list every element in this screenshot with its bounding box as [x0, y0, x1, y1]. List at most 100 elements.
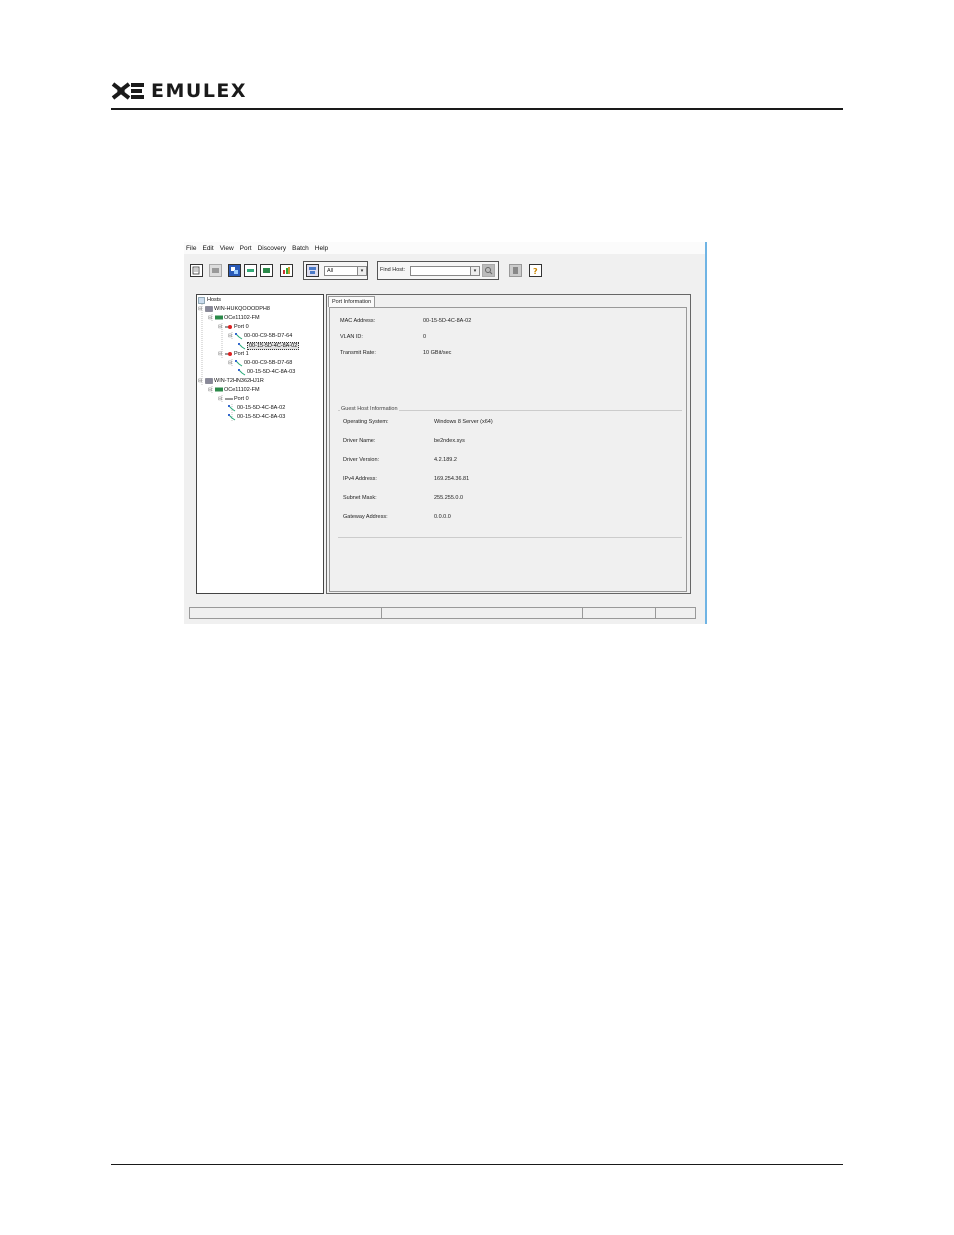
tree-item-label: 00-15-5D-4C-8A-03 — [237, 414, 286, 420]
collapse-toggle-icon[interactable]: ⊟ — [208, 387, 213, 393]
status-segment — [582, 608, 583, 618]
tree-item[interactable]: 00-15-5D-4C-8A-02 — [228, 405, 286, 412]
guest-info-value: be2ndex.sys — [434, 438, 465, 444]
collapse-toggle-icon[interactable]: ⊟ — [198, 306, 203, 312]
grid-icon — [212, 268, 219, 273]
tree-item[interactable]: ⊟ OCe11102-FM — [208, 315, 260, 321]
adapter-icon — [215, 387, 223, 393]
guest-info-value: Windows 8 Server (x64) — [434, 419, 493, 425]
guest-info-value: 255.255.0.0 — [434, 495, 464, 501]
filter-icon — [309, 267, 316, 274]
vnic-icon — [228, 414, 236, 421]
guest-info-value: 169.254.36.81 — [434, 476, 470, 482]
port-disabled-icon — [225, 351, 232, 357]
fabric-view-button[interactable] — [244, 264, 257, 277]
adapter-view-button[interactable] — [260, 264, 273, 277]
port-info-label: Transmit Rate: — [340, 350, 376, 356]
chevron-down-icon: ▾ — [470, 267, 479, 275]
tree-item[interactable]: 00-15-5D-4C-8A-03 — [228, 414, 286, 421]
find-host-search-button[interactable] — [482, 264, 495, 277]
tree-item-label: WIN-HUKQOOODPH8 — [214, 306, 270, 312]
status-bar — [189, 607, 696, 619]
menu-edit[interactable]: Edit — [202, 245, 213, 252]
menu-port[interactable]: Port — [240, 245, 252, 252]
port-disabled-icon — [225, 324, 232, 330]
tree-item-label: 00-15-5D-4C-8A-02 — [237, 405, 286, 411]
menu-help[interactable]: Help — [315, 245, 328, 252]
collapse-toggle-icon[interactable]: ⊟ — [218, 396, 223, 402]
tree-item[interactable]: ⊟ Port 0 — [218, 396, 249, 402]
port-info-value: 00-15-5D-4C-8A-02 — [423, 318, 472, 324]
tree-item[interactable]: ⊟ WIN-T2HN362HJ1R — [198, 378, 264, 384]
vnic-icon — [228, 405, 236, 412]
port-information-content: MAC Address: 00-15-5D-4C-8A-02 VLAN ID: 0 Tr… — [329, 307, 687, 592]
brand-name: EMULEX — [151, 80, 248, 102]
collapse-toggle-icon[interactable]: ⊟ — [228, 360, 233, 366]
tree-item[interactable]: ⊟ Port 0 — [218, 324, 249, 330]
host-icon — [205, 378, 213, 384]
emulex-logo: EMULEX — [111, 80, 247, 102]
tree-item[interactable]: ⊟ 00-00-C9-5B-D7-64 — [228, 333, 293, 340]
guest-info-label: Driver Version: — [343, 457, 380, 463]
port-info-label: MAC Address: — [340, 318, 376, 324]
tree-item[interactable]: ⊟ 00-00-C9-5B-D7-68 — [228, 360, 292, 367]
emulex-logo-mark-icon — [111, 82, 144, 100]
discovery-button[interactable] — [509, 264, 522, 277]
help-button[interactable]: ? — [529, 264, 542, 277]
disabled-toolbar-button[interactable] — [209, 264, 222, 277]
tree-item-label: 00-15-5D-4C-8A-03 — [247, 369, 296, 375]
tree-item[interactable]: 00-15-5D-4C-8A-03 — [238, 369, 296, 376]
tree-item-label: Port 0 — [234, 324, 249, 330]
chart-icon — [283, 267, 290, 274]
tree-item-label: 00-00-C9-5B-D7-64 — [244, 333, 293, 339]
guest-info-label: IPv4 Address: — [343, 476, 377, 482]
tree-item-label: Port 0 — [234, 396, 249, 402]
filter-group: All ▾ — [303, 261, 368, 280]
collapse-toggle-icon[interactable]: ⊟ — [198, 378, 203, 384]
tree-item[interactable]: Hosts — [198, 297, 221, 304]
find-host-input[interactable]: ▾ — [410, 266, 480, 276]
chevron-down-icon: ▾ — [357, 267, 366, 275]
tree-item-label: OCe11102-FM — [224, 387, 260, 393]
port-info-value: 0 — [423, 334, 427, 340]
chart-view-button[interactable] — [280, 264, 293, 277]
footer-rule — [111, 1164, 843, 1165]
onecommand-manager-window: File Edit View Port Discovery Batch Help All ▾ — [184, 242, 707, 624]
svg-text:?: ? — [533, 267, 538, 275]
menu-batch[interactable]: Batch — [292, 245, 309, 252]
collapse-toggle-icon[interactable]: ⊟ — [228, 333, 233, 339]
guest-info-label: Subnet Mask: — [343, 495, 377, 501]
new-document-button[interactable] — [190, 264, 203, 277]
tree-item-label: 00-15-5D-4C-8A-02 — [247, 342, 300, 350]
menu-file[interactable]: File — [186, 245, 196, 252]
tab-port-information[interactable]: Port Information — [328, 296, 376, 307]
search-icon — [485, 267, 493, 275]
filter-button[interactable] — [306, 264, 319, 277]
host-view-icon — [231, 267, 238, 274]
collapse-toggle-icon[interactable]: ⊟ — [208, 315, 213, 321]
vnic-icon — [235, 360, 243, 367]
collapse-toggle-icon[interactable]: ⊟ — [218, 351, 223, 357]
tree-item[interactable]: ⊟ Port 1 — [218, 351, 249, 357]
host-tree-panel: Hosts ⊟ WIN-HUKQOOODPH8 ⊟ OCe11102-FM ⊟ Port 0… — [196, 294, 324, 594]
tree-item[interactable]: 00-15-5D-4C-8A-02 — [238, 342, 300, 350]
tree-item-label: WIN-T2HN362HJ1R — [214, 378, 264, 384]
adapter-icon — [215, 315, 223, 321]
port-info-value: 10 GBit/sec — [423, 350, 452, 356]
tree-item[interactable]: ⊟ WIN-HUKQOOODPH8 — [198, 306, 270, 312]
status-segment — [381, 608, 382, 618]
header-rule — [111, 108, 843, 110]
guest-info-label: Operating System: — [343, 419, 389, 425]
tree-item-label: Port 1 — [234, 351, 249, 357]
filter-select[interactable]: All ▾ — [324, 266, 367, 276]
host-icon — [205, 306, 213, 312]
tree-item[interactable]: ⊟ OCe11102-FM — [208, 387, 260, 393]
guest-info-label: Gateway Address: — [343, 514, 388, 520]
menu-discovery[interactable]: Discovery — [258, 245, 287, 252]
collapse-toggle-icon[interactable]: ⊟ — [218, 324, 223, 330]
host-view-button[interactable] — [228, 264, 241, 277]
document-icon — [192, 266, 200, 275]
fabric-icon — [247, 269, 254, 272]
menu-view[interactable]: View — [220, 245, 234, 252]
refresh-icon — [513, 267, 518, 274]
